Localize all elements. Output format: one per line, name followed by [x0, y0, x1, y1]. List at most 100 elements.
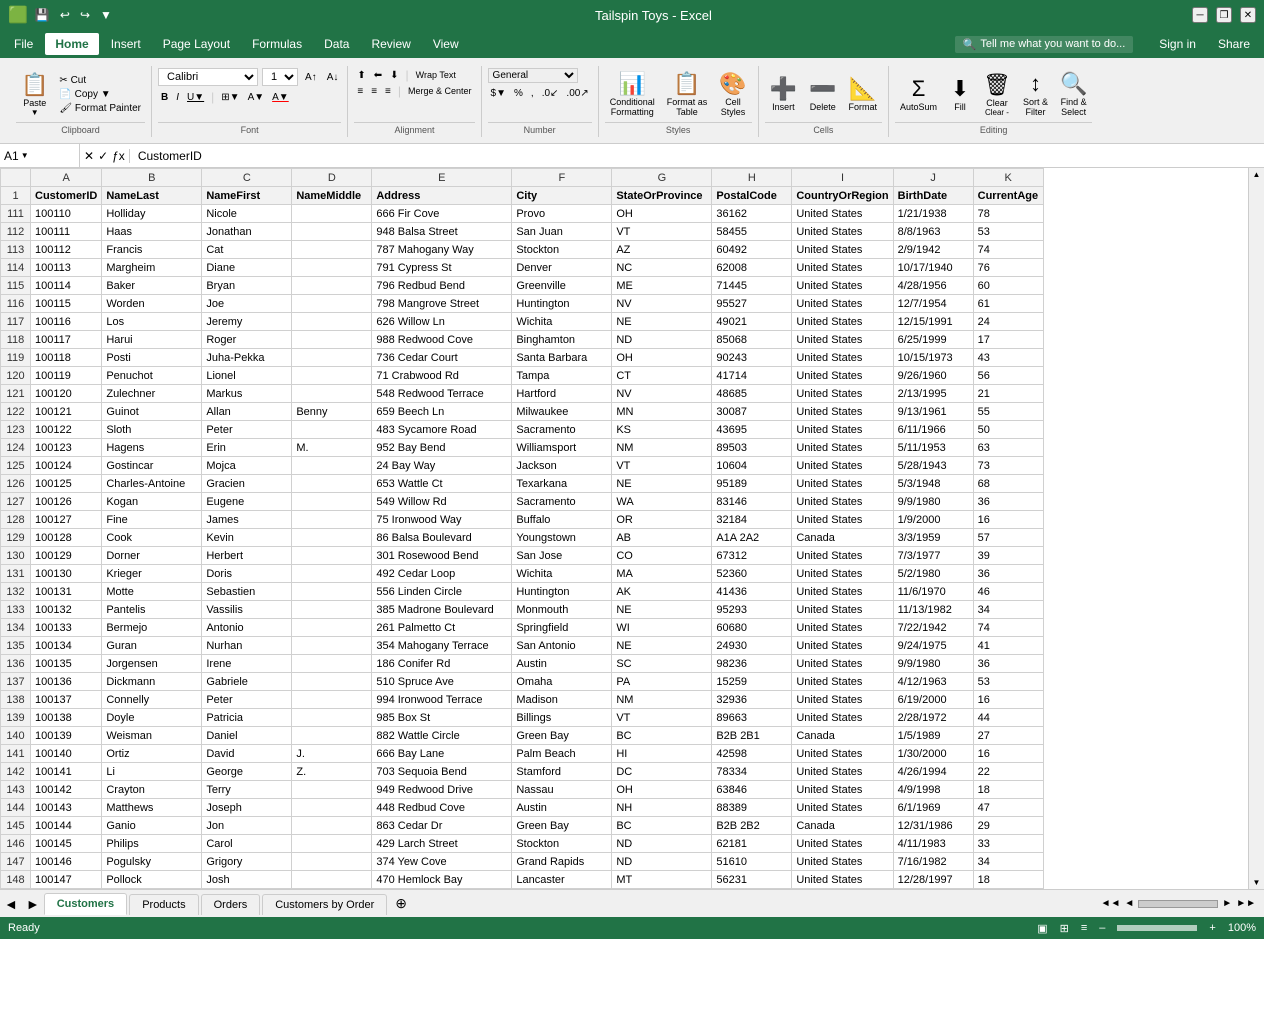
cell-r142-c4[interactable]: 703 Sequoia Bend	[372, 763, 512, 781]
cell-r146-c7[interactable]: 62181	[712, 835, 792, 853]
cell-r118-c6[interactable]: ND	[612, 331, 712, 349]
cell-r123-c9[interactable]: 6/11/1966	[893, 421, 973, 439]
cell-r130-c0[interactable]: 100129	[31, 547, 102, 565]
cell-r115-c7[interactable]: 71445	[712, 277, 792, 295]
col-header-a[interactable]: A	[31, 169, 102, 187]
cell-r1-c3[interactable]: NameMiddle	[292, 187, 372, 205]
cell-r115-c9[interactable]: 4/28/1956	[893, 277, 973, 295]
increase-font-size-button[interactable]: A↑	[302, 68, 320, 86]
cell-r128-c6[interactable]: OR	[612, 511, 712, 529]
cell-r129-c0[interactable]: 100128	[31, 529, 102, 547]
cell-r114-c4[interactable]: 791 Cypress St	[372, 259, 512, 277]
currency-button[interactable]: $▼	[488, 87, 509, 100]
cell-r124-c7[interactable]: 89503	[712, 439, 792, 457]
minimize-button[interactable]: ─	[1192, 7, 1208, 23]
cell-r126-c2[interactable]: Gracien	[202, 475, 292, 493]
cell-r143-c7[interactable]: 63846	[712, 781, 792, 799]
cell-r125-c9[interactable]: 5/28/1943	[893, 457, 973, 475]
cell-r140-c1[interactable]: Weisman	[102, 727, 202, 745]
cell-r115-c0[interactable]: 100114	[31, 277, 102, 295]
cell-r1-c8[interactable]: CountryOrRegion	[792, 187, 893, 205]
cell-r131-c0[interactable]: 100130	[31, 565, 102, 583]
cell-ref-dropdown[interactable]: ▼	[21, 151, 29, 160]
save-button[interactable]: 💾	[32, 6, 53, 24]
cell-r126-c6[interactable]: NE	[612, 475, 712, 493]
cell-r120-c8[interactable]: United States	[792, 367, 893, 385]
cell-r137-c6[interactable]: PA	[612, 673, 712, 691]
align-left-button[interactable]: ≡	[354, 84, 366, 98]
cell-r112-c5[interactable]: San Juan	[512, 223, 612, 241]
cell-r138-c9[interactable]: 6/19/2000	[893, 691, 973, 709]
cell-r138-c3[interactable]	[292, 691, 372, 709]
cell-r130-c5[interactable]: San Jose	[512, 547, 612, 565]
cell-r135-c7[interactable]: 24930	[712, 637, 792, 655]
menu-page-layout[interactable]: Page Layout	[153, 33, 240, 55]
cell-r124-c8[interactable]: United States	[792, 439, 893, 457]
cell-r127-c5[interactable]: Sacramento	[512, 493, 612, 511]
cell-r123-c10[interactable]: 50	[973, 421, 1043, 439]
format-painter-button[interactable]: 🖌 Format Painter	[55, 102, 145, 115]
cell-r143-c8[interactable]: United States	[792, 781, 893, 799]
cell-r118-c3[interactable]	[292, 331, 372, 349]
cell-r137-c4[interactable]: 510 Spruce Ave	[372, 673, 512, 691]
cell-r130-c9[interactable]: 7/3/1977	[893, 547, 973, 565]
cell-r120-c10[interactable]: 56	[973, 367, 1043, 385]
percent-button[interactable]: %	[511, 87, 526, 100]
find-select-button[interactable]: 🔍 Find & Select	[1055, 68, 1092, 120]
cell-r123-c7[interactable]: 43695	[712, 421, 792, 439]
format-as-table-button[interactable]: 📋 Format as Table	[662, 68, 713, 120]
cell-r113-c6[interactable]: AZ	[612, 241, 712, 259]
increase-decimal-button[interactable]: .00↗	[563, 87, 591, 100]
cell-r143-c3[interactable]	[292, 781, 372, 799]
cell-r118-c2[interactable]: Roger	[202, 331, 292, 349]
sheet-tab-customers-by-order[interactable]: Customers by Order	[262, 894, 387, 915]
sheet-tab-customers[interactable]: Customers	[44, 893, 127, 915]
cell-r122-c6[interactable]: MN	[612, 403, 712, 421]
cell-r126-c4[interactable]: 653 Wattle Ct	[372, 475, 512, 493]
cell-r143-c4[interactable]: 949 Redwood Drive	[372, 781, 512, 799]
cell-r116-c9[interactable]: 12/7/1954	[893, 295, 973, 313]
cell-r122-c10[interactable]: 55	[973, 403, 1043, 421]
cell-r118-c1[interactable]: Harui	[102, 331, 202, 349]
italic-button[interactable]: I	[173, 91, 182, 104]
cell-r142-c8[interactable]: United States	[792, 763, 893, 781]
cell-r111-c5[interactable]: Provo	[512, 205, 612, 223]
cell-r126-c5[interactable]: Texarkana	[512, 475, 612, 493]
cell-r123-c1[interactable]: Sloth	[102, 421, 202, 439]
cell-r116-c10[interactable]: 61	[973, 295, 1043, 313]
cell-r148-c6[interactable]: MT	[612, 871, 712, 889]
cell-r120-c4[interactable]: 71 Crabwood Rd	[372, 367, 512, 385]
cell-r140-c7[interactable]: B2B 2B1	[712, 727, 792, 745]
cell-r135-c5[interactable]: San Antonio	[512, 637, 612, 655]
h-scroll-track[interactable]	[1138, 900, 1218, 908]
cell-r139-c9[interactable]: 2/28/1972	[893, 709, 973, 727]
cell-r119-c5[interactable]: Santa Barbara	[512, 349, 612, 367]
cell-r144-c1[interactable]: Matthews	[102, 799, 202, 817]
cell-r134-c6[interactable]: WI	[612, 619, 712, 637]
cell-r138-c8[interactable]: United States	[792, 691, 893, 709]
cell-r125-c8[interactable]: United States	[792, 457, 893, 475]
cell-r114-c3[interactable]	[292, 259, 372, 277]
cell-r131-c1[interactable]: Krieger	[102, 565, 202, 583]
cell-r117-c9[interactable]: 12/15/1991	[893, 313, 973, 331]
font-size-selector[interactable]: 11	[262, 68, 298, 86]
cell-r148-c2[interactable]: Josh	[202, 871, 292, 889]
cell-r123-c6[interactable]: KS	[612, 421, 712, 439]
zoom-slider[interactable]	[1117, 925, 1197, 931]
cell-r136-c9[interactable]: 9/9/1980	[893, 655, 973, 673]
col-header-i[interactable]: I	[792, 169, 893, 187]
cell-r148-c4[interactable]: 470 Hemlock Bay	[372, 871, 512, 889]
cell-r130-c7[interactable]: 67312	[712, 547, 792, 565]
cell-r131-c3[interactable]	[292, 565, 372, 583]
cell-r112-c1[interactable]: Haas	[102, 223, 202, 241]
cell-r148-c9[interactable]: 12/28/1997	[893, 871, 973, 889]
cell-r113-c0[interactable]: 100112	[31, 241, 102, 259]
cell-r116-c2[interactable]: Joe	[202, 295, 292, 313]
cell-r130-c3[interactable]	[292, 547, 372, 565]
cell-r125-c3[interactable]	[292, 457, 372, 475]
cell-r142-c7[interactable]: 78334	[712, 763, 792, 781]
cell-r148-c1[interactable]: Pollock	[102, 871, 202, 889]
menu-data[interactable]: Data	[314, 33, 359, 55]
sheet-tab-orders[interactable]: Orders	[201, 894, 261, 915]
cell-r132-c2[interactable]: Sebastien	[202, 583, 292, 601]
